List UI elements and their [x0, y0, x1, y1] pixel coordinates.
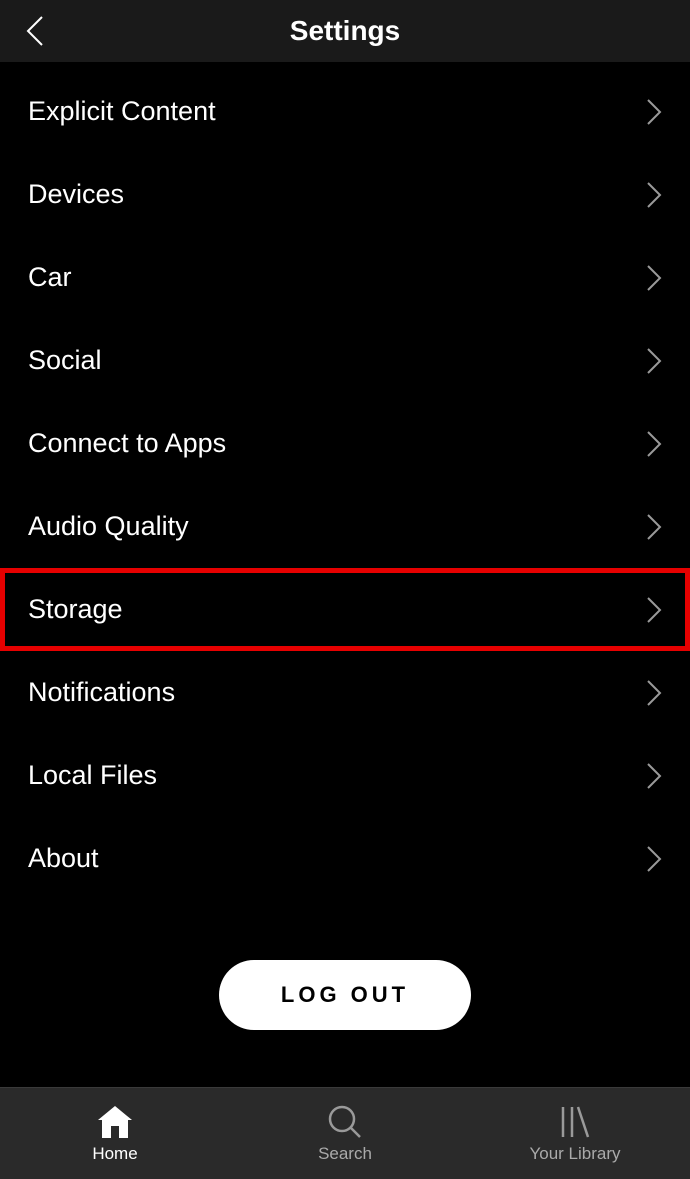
settings-list: Explicit Content Devices Car Social Connect …: [0, 62, 690, 1087]
chevron-right-icon: [646, 513, 662, 541]
chevron-right-icon: [646, 596, 662, 624]
bottom-nav: Home Search Your Library: [0, 1087, 690, 1179]
settings-item-local-files[interactable]: Local Files: [0, 734, 690, 817]
settings-item-about[interactable]: About: [0, 817, 690, 900]
chevron-right-icon: [646, 264, 662, 292]
settings-item-label: Local Files: [28, 760, 157, 791]
chevron-right-icon: [646, 98, 662, 126]
settings-item-explicit-content[interactable]: Explicit Content: [0, 70, 690, 153]
settings-item-devices[interactable]: Devices: [0, 153, 690, 236]
nav-item-search[interactable]: Search: [230, 1104, 460, 1164]
chevron-right-icon: [646, 679, 662, 707]
nav-item-home[interactable]: Home: [0, 1104, 230, 1164]
home-icon: [98, 1104, 132, 1140]
settings-item-label: Devices: [28, 179, 124, 210]
search-icon: [328, 1104, 362, 1140]
settings-item-label: Connect to Apps: [28, 428, 226, 459]
settings-item-notifications[interactable]: Notifications: [0, 651, 690, 734]
settings-item-audio-quality[interactable]: Audio Quality: [0, 485, 690, 568]
header: Settings: [0, 0, 690, 62]
settings-item-label: Social: [28, 345, 102, 376]
settings-item-label: Car: [28, 262, 72, 293]
settings-item-label: Audio Quality: [28, 511, 189, 542]
settings-item-label: Explicit Content: [28, 96, 216, 127]
chevron-right-icon: [646, 845, 662, 873]
chevron-right-icon: [646, 430, 662, 458]
chevron-left-icon: [26, 15, 44, 47]
logout-container: LOG OUT: [0, 900, 690, 1070]
page-title: Settings: [290, 15, 400, 47]
settings-item-label: About: [28, 843, 99, 874]
settings-item-storage[interactable]: Storage: [0, 568, 690, 651]
settings-item-label: Storage: [28, 594, 123, 625]
chevron-right-icon: [646, 347, 662, 375]
nav-item-label: Home: [92, 1144, 137, 1164]
chevron-right-icon: [646, 762, 662, 790]
back-button[interactable]: [20, 11, 50, 51]
settings-item-social[interactable]: Social: [0, 319, 690, 402]
logout-button[interactable]: LOG OUT: [219, 960, 471, 1030]
library-icon: [560, 1104, 590, 1140]
nav-item-library[interactable]: Your Library: [460, 1104, 690, 1164]
settings-item-connect-to-apps[interactable]: Connect to Apps: [0, 402, 690, 485]
chevron-right-icon: [646, 181, 662, 209]
nav-item-label: Search: [318, 1144, 372, 1164]
nav-item-label: Your Library: [529, 1144, 620, 1164]
settings-item-label: Notifications: [28, 677, 175, 708]
settings-item-car[interactable]: Car: [0, 236, 690, 319]
